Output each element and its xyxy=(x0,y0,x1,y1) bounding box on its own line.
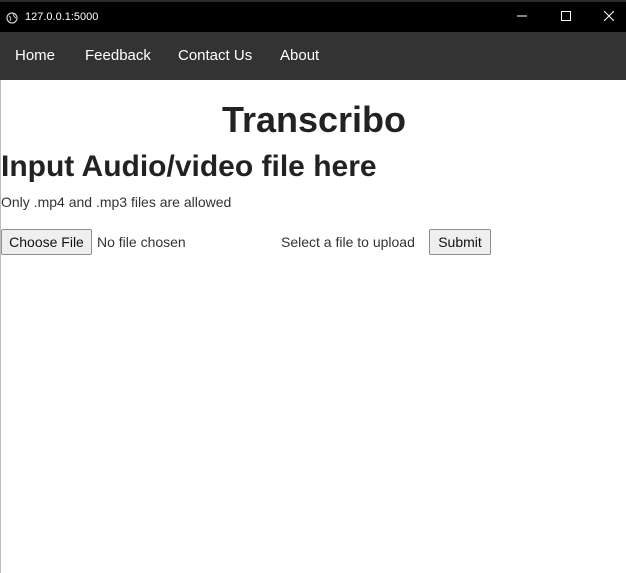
maximize-button[interactable] xyxy=(543,2,589,32)
minimize-button[interactable] xyxy=(499,2,545,32)
window-url: 127.0.0.1:5000 xyxy=(25,11,99,23)
nav-contact-link[interactable]: Contact Us xyxy=(178,32,252,80)
globe-icon xyxy=(6,11,18,24)
nav-about-link[interactable]: About xyxy=(280,32,319,80)
close-icon xyxy=(603,8,615,26)
app-title: Transcribo xyxy=(221,99,407,140)
window-titlebar: 127.0.0.1:5000 xyxy=(0,0,626,32)
nav-feedback-link[interactable]: Feedback xyxy=(85,32,151,80)
file-status-text: No file chosen xyxy=(97,234,186,250)
allowed-files-note: Only .mp4 and .mp3 files are allowed xyxy=(1,194,232,210)
close-button[interactable] xyxy=(586,2,626,32)
choose-file-button[interactable]: Choose File xyxy=(1,229,92,255)
top-navbar: Home Feedback Contact Us About xyxy=(0,32,626,80)
select-file-label: Select a file to upload xyxy=(281,234,415,250)
upload-heading: Input Audio/video file here xyxy=(1,150,377,183)
maximize-icon xyxy=(561,8,571,26)
minimize-icon xyxy=(517,8,527,26)
nav-home-link[interactable]: Home xyxy=(15,32,55,80)
main-content: Transcribo Input Audio/video file here O… xyxy=(0,80,626,573)
submit-button[interactable]: Submit xyxy=(429,229,491,255)
